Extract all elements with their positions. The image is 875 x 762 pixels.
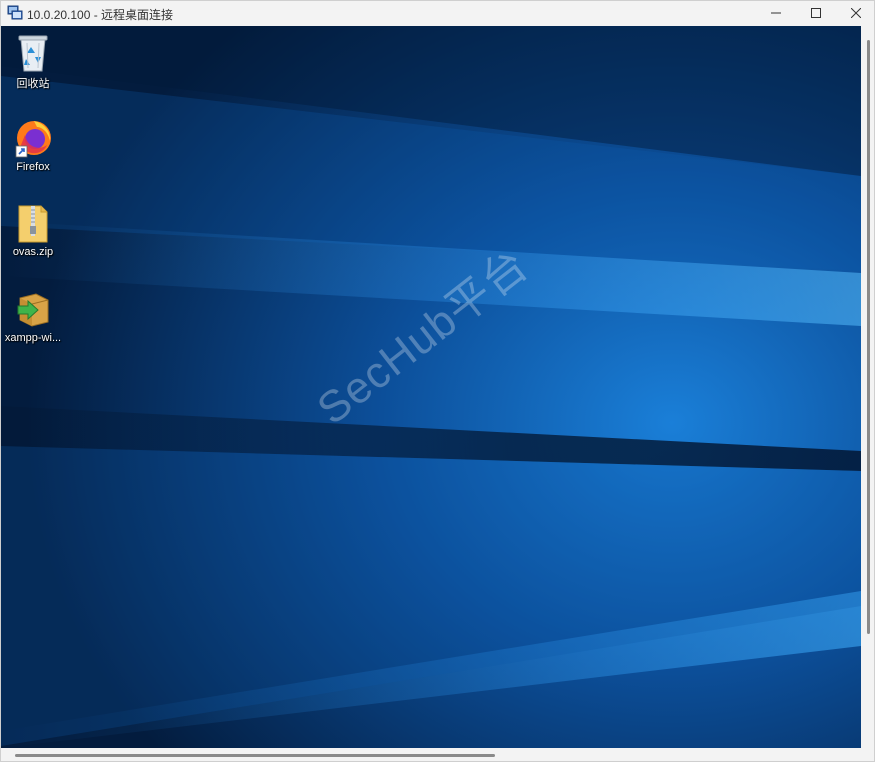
maximize-button[interactable] [796, 1, 836, 25]
maximize-icon [811, 8, 821, 18]
desktop-icon-label: xampp-wi... [4, 332, 62, 344]
scrollbar-corner [861, 748, 874, 761]
remote-desktop-window: 10.0.20.100 - 远程桌面连接 回收站 Firefox ovas.zi… [0, 0, 875, 762]
zip-folder-icon [18, 205, 48, 243]
desktop-icon-label: Firefox [16, 161, 50, 173]
horizontal-scrollbar[interactable] [1, 748, 861, 761]
close-icon [851, 8, 861, 18]
recycle-bin-icon [18, 35, 48, 72]
title-bar[interactable]: 10.0.20.100 - 远程桌面连接 [1, 1, 874, 25]
close-button[interactable] [836, 1, 875, 25]
desktop-icon-label: ovas.zip [12, 246, 54, 258]
desktop-icon-xampp-installer[interactable]: xampp-wi... [1, 288, 65, 344]
remote-desktop-app-icon [7, 5, 23, 20]
window-title: 10.0.20.100 - 远程桌面连接 [27, 8, 174, 22]
minimize-button[interactable] [756, 1, 796, 25]
desktop-icon-recycle-bin[interactable]: 回收站 [1, 31, 65, 91]
firefox-icon [15, 121, 51, 158]
vertical-scroll-thumb[interactable] [867, 40, 870, 634]
remote-desktop-view[interactable]: 回收站 Firefox ovas.zip xampp-wi... SecHub平… [1, 26, 861, 748]
desktop-icon-label: 回收站 [16, 78, 50, 90]
desktop-icon-ovas-zip[interactable]: ovas.zip [1, 202, 65, 258]
horizontal-scroll-thumb[interactable] [15, 754, 495, 757]
installer-icon [17, 293, 49, 327]
vertical-scrollbar[interactable] [861, 26, 874, 748]
minimize-icon [771, 12, 781, 14]
desktop-icon-firefox[interactable]: Firefox [1, 117, 65, 173]
windows-wallpaper [1, 26, 861, 748]
